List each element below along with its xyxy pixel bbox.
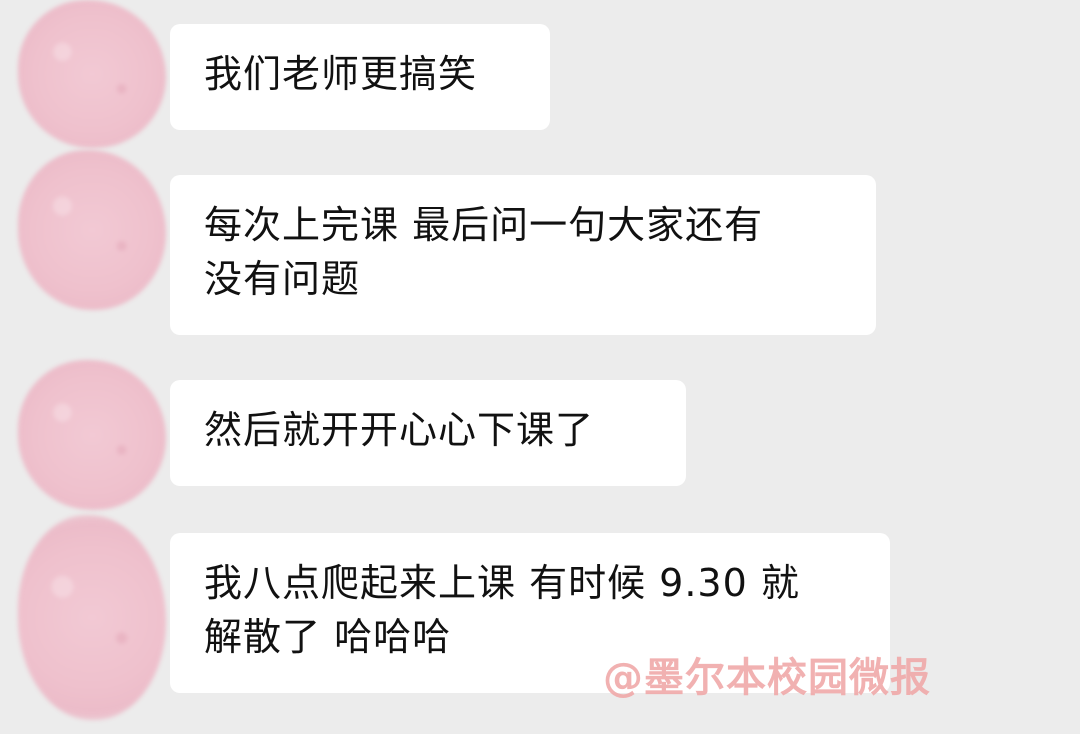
- message-bubble[interactable]: 每次上完课 最后问一句大家还有 没有问题: [170, 175, 876, 335]
- message-bubble[interactable]: 然后就开开心心下课了: [170, 380, 686, 486]
- avatar[interactable]: [18, 360, 166, 510]
- avatar[interactable]: [18, 0, 166, 148]
- message-bubble[interactable]: 我们老师更搞笑: [170, 24, 550, 130]
- avatar[interactable]: [18, 150, 166, 310]
- watermark: @墨尔本校园微报: [603, 655, 931, 701]
- chat-window: 我们老师更搞笑 每次上完课 最后问一句大家还有 没有问题 然后就开开心心下课了 …: [0, 0, 1080, 734]
- avatar[interactable]: [18, 515, 166, 720]
